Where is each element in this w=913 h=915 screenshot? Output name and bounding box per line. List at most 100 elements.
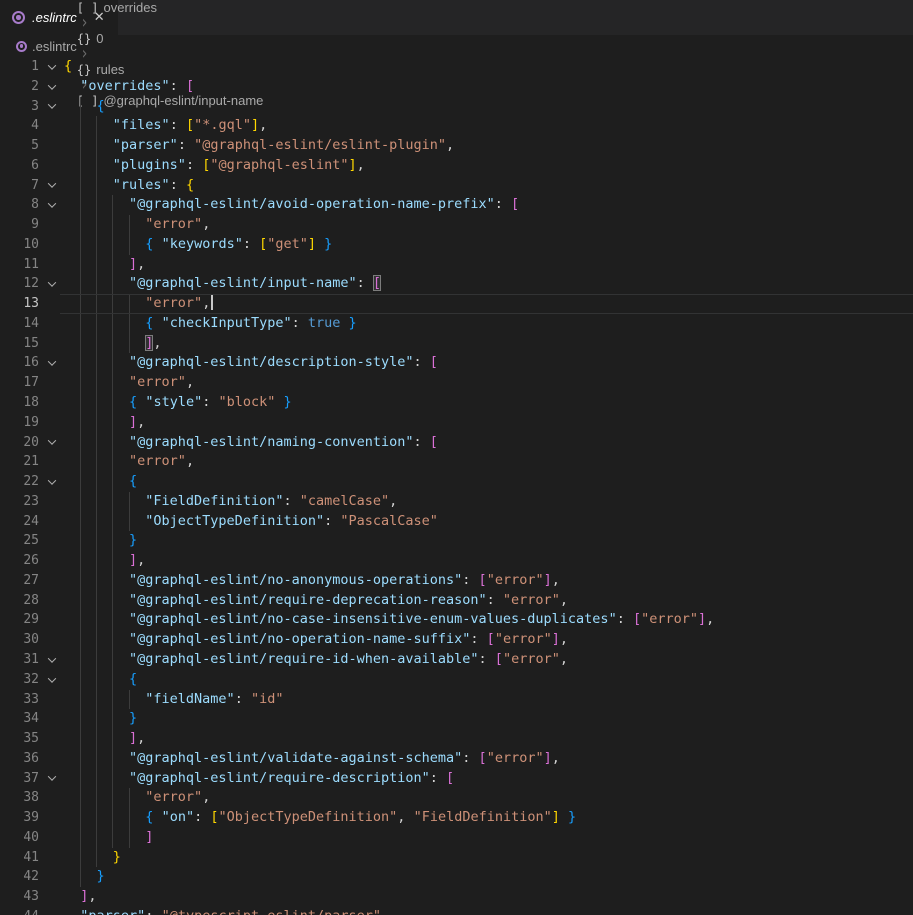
code-line[interactable]: 8 "@graphql-eslint/avoid-operation-name-… [0, 195, 913, 215]
code-text: "fieldName": "id" [64, 690, 913, 710]
code-line[interactable]: 37 "@graphql-eslint/require-description"… [0, 769, 913, 789]
fold-gutter [39, 215, 64, 235]
fold-gutter [39, 393, 64, 413]
code-line[interactable]: 6 "plugins": ["@graphql-eslint"], [0, 156, 913, 176]
line-number: 6 [0, 156, 39, 176]
line-number: 19 [0, 413, 39, 433]
code-line[interactable]: 32 { [0, 670, 913, 690]
code-line[interactable]: 29 "@graphql-eslint/no-case-insensitive-… [0, 610, 913, 630]
code-line[interactable]: 43 ], [0, 887, 913, 907]
code-line[interactable]: 19 ], [0, 413, 913, 433]
code-text: "@graphql-eslint/avoid-operation-name-pr… [64, 195, 913, 215]
fold-chevron-icon[interactable] [39, 97, 64, 117]
code-line[interactable]: 17 "error", [0, 373, 913, 393]
code-line[interactable]: 2 "overrides": [ [0, 77, 913, 97]
code-text: { [64, 97, 913, 117]
code-text: "error", [64, 788, 913, 808]
code-line[interactable]: 36 "@graphql-eslint/validate-against-sch… [0, 749, 913, 769]
code-line[interactable]: 42 } [0, 867, 913, 887]
code-line[interactable]: 38 "error", [0, 788, 913, 808]
vscode-window: .eslintrc ✕ .eslintrc ›[ ]overrides›{}0›… [0, 0, 913, 915]
fold-gutter [39, 808, 64, 828]
code-line[interactable]: 16 "@graphql-eslint/description-style": … [0, 353, 913, 373]
code-text: "@graphql-eslint/naming-convention": [ [64, 433, 913, 453]
breadcrumb-item-label: 0 [96, 31, 103, 46]
code-line[interactable]: 12 "@graphql-eslint/input-name": [ [0, 274, 913, 294]
breadcrumb-file[interactable]: .eslintrc [16, 39, 77, 54]
code-text: "error", [64, 294, 913, 314]
code-line[interactable]: 22 { [0, 472, 913, 492]
line-number: 42 [0, 867, 39, 887]
code-line[interactable]: 40 ] [0, 828, 913, 848]
fold-gutter [39, 235, 64, 255]
code-line[interactable]: 28 "@graphql-eslint/require-deprecation-… [0, 591, 913, 611]
fold-chevron-icon[interactable] [39, 670, 64, 690]
fold-gutter [39, 116, 64, 136]
code-text: "error", [64, 215, 913, 235]
line-number: 27 [0, 571, 39, 591]
fold-chevron-icon[interactable] [39, 274, 64, 294]
code-text: "@graphql-eslint/require-id-when-availab… [64, 650, 913, 670]
code-editor[interactable]: 1{2 "overrides": [3 {4 "files": ["*.gql"… [0, 57, 913, 915]
code-line[interactable]: 35 ], [0, 729, 913, 749]
line-number: 37 [0, 769, 39, 789]
code-line[interactable]: 11 ], [0, 255, 913, 275]
code-line[interactable]: 25 } [0, 531, 913, 551]
line-number: 33 [0, 690, 39, 710]
fold-gutter [39, 749, 64, 769]
code-line[interactable]: 1{ [0, 57, 913, 77]
code-line[interactable]: 31 "@graphql-eslint/require-id-when-avai… [0, 650, 913, 670]
code-line[interactable]: 10 { "keywords": ["get"] } [0, 235, 913, 255]
fold-gutter [39, 630, 64, 650]
fold-chevron-icon[interactable] [39, 195, 64, 215]
fold-chevron-icon[interactable] [39, 353, 64, 373]
code-line[interactable]: 27 "@graphql-eslint/no-anonymous-operati… [0, 571, 913, 591]
code-line[interactable]: 44 "parser": "@typescript-eslint/parser" [0, 907, 913, 915]
code-text: "overrides": [ [64, 77, 913, 97]
breadcrumb-item-overrides[interactable]: [ ]overrides [77, 0, 264, 15]
fold-chevron-icon[interactable] [39, 769, 64, 789]
line-number: 44 [0, 907, 39, 915]
code-line[interactable]: 23 "FieldDefinition": "camelCase", [0, 492, 913, 512]
line-number: 1 [0, 57, 39, 77]
code-line[interactable]: 34 } [0, 709, 913, 729]
code-line[interactable]: 24 "ObjectTypeDefinition": "PascalCase" [0, 512, 913, 532]
fold-gutter [39, 848, 64, 868]
eslint-file-icon [12, 11, 25, 24]
fold-chevron-icon[interactable] [39, 433, 64, 453]
code-line[interactable]: 9 "error", [0, 215, 913, 235]
code-line[interactable]: 30 "@graphql-eslint/no-operation-name-su… [0, 630, 913, 650]
code-text: ], [64, 413, 913, 433]
line-number: 10 [0, 235, 39, 255]
fold-chevron-icon[interactable] [39, 77, 64, 97]
code-line[interactable]: 39 { "on": ["ObjectTypeDefinition", "Fie… [0, 808, 913, 828]
fold-chevron-icon[interactable] [39, 650, 64, 670]
code-line[interactable]: 13 "error", [0, 294, 913, 314]
line-number: 41 [0, 848, 39, 868]
code-line[interactable]: 4 "files": ["*.gql"], [0, 116, 913, 136]
breadcrumb-item-label: overrides [103, 0, 156, 15]
breadcrumb-item-0[interactable]: {}0 [77, 31, 264, 46]
code-text: } [64, 531, 913, 551]
code-line[interactable]: 26 ], [0, 551, 913, 571]
line-number: 15 [0, 334, 39, 354]
code-line[interactable]: 5 "parser": "@graphql-eslint/eslint-plug… [0, 136, 913, 156]
code-line[interactable]: 41 } [0, 848, 913, 868]
code-line[interactable]: 21 "error", [0, 452, 913, 472]
code-text: "error", [64, 373, 913, 393]
fold-chevron-icon[interactable] [39, 57, 64, 77]
fold-chevron-icon[interactable] [39, 472, 64, 492]
code-text: } [64, 848, 913, 868]
line-number: 5 [0, 136, 39, 156]
fold-chevron-icon[interactable] [39, 176, 64, 196]
code-line[interactable]: 33 "fieldName": "id" [0, 690, 913, 710]
fold-gutter [39, 413, 64, 433]
code-line[interactable]: 20 "@graphql-eslint/naming-convention": … [0, 433, 913, 453]
code-line[interactable]: 18 { "style": "block" } [0, 393, 913, 413]
eslint-file-icon [16, 41, 27, 52]
code-line[interactable]: 3 { [0, 97, 913, 117]
code-line[interactable]: 15 ], [0, 334, 913, 354]
line-number: 20 [0, 433, 39, 453]
code-line[interactable]: 7 "rules": { [0, 176, 913, 196]
code-line[interactable]: 14 { "checkInputType": true } [0, 314, 913, 334]
